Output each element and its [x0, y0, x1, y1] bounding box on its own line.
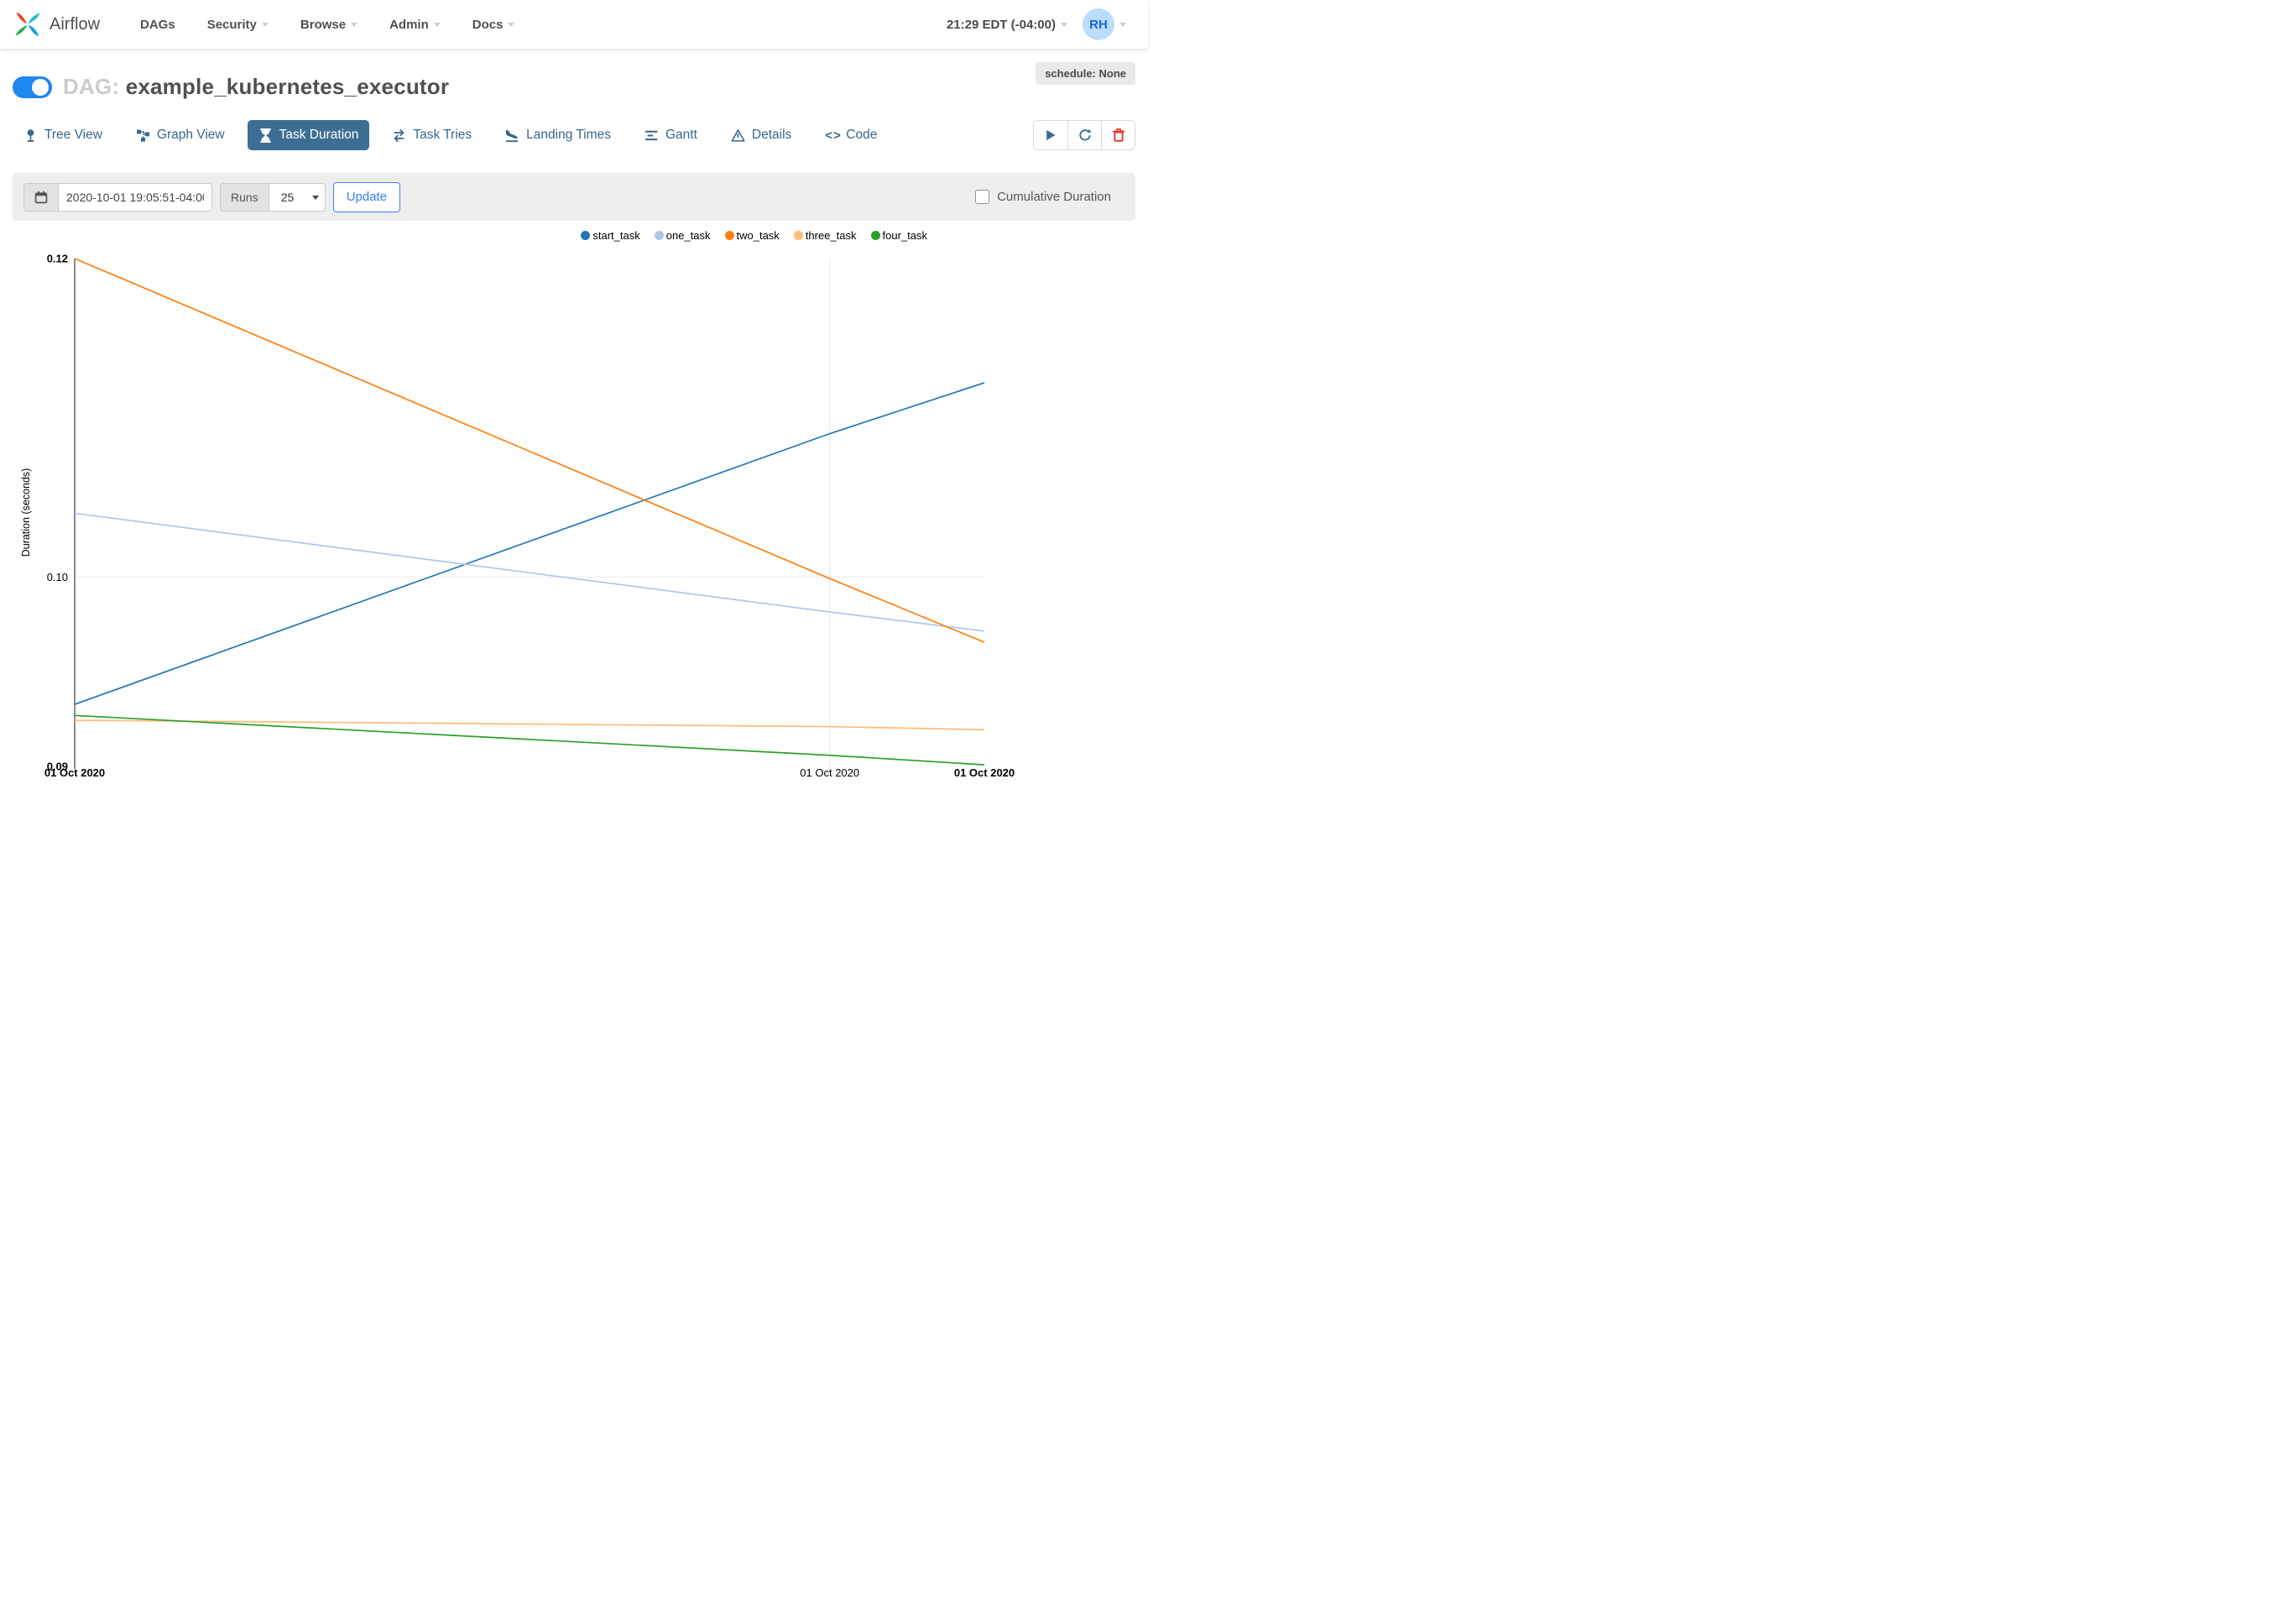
x-tick-label: 01 Oct 2020	[800, 766, 859, 779]
avatar: RH	[1083, 8, 1114, 40]
refresh-icon	[1078, 128, 1092, 142]
tab-label: Gantt	[665, 128, 697, 142]
view-tabs-row: Tree View Graph View Task Duration Task Tri…	[13, 120, 1135, 150]
nav-item-security[interactable]: Security	[207, 18, 269, 32]
y-tick-label: 0.12	[47, 253, 68, 265]
nav-item-label: Browse	[300, 17, 347, 32]
runs-select-wrap: 25	[268, 182, 326, 212]
clock-text: 21:29 EDT (-04:00)	[946, 17, 1056, 32]
chevron-down-icon	[351, 22, 358, 27]
tab-label: Graph View	[156, 128, 225, 142]
nav-item-label: Admin	[389, 17, 429, 32]
tab-task-tries[interactable]: Task Tries	[381, 120, 483, 150]
tab-label: Task Tries	[413, 128, 472, 142]
series-line-three_task[interactable]	[74, 719, 985, 731]
chevron-down-icon	[1061, 22, 1067, 27]
tab-tree-view[interactable]: Tree View	[13, 120, 113, 150]
page-title: DAG: example_kubernetes_executor	[63, 74, 449, 100]
tab-code[interactable]: <> Code	[814, 120, 888, 150]
brand-name: Airflow	[50, 14, 101, 34]
dag-title-prefix: DAG:	[63, 74, 120, 99]
trigger-dag-button[interactable]	[1034, 121, 1067, 149]
clock-dropdown[interactable]: 21:29 EDT (-04:00)	[947, 18, 1067, 32]
cumulative-checkbox[interactable]	[975, 190, 990, 204]
airflow-pinwheel-logo-icon	[13, 9, 43, 39]
gantt-icon	[644, 128, 659, 143]
nav-item-admin[interactable]: Admin	[389, 18, 441, 32]
series-line-two_task[interactable]	[74, 258, 985, 643]
plane-landing-icon	[505, 128, 519, 143]
top-navbar: Airflow DAGs Security Browse Admin Docs 21:2…	[0, 0, 1148, 49]
user-menu[interactable]: RH	[1083, 8, 1126, 40]
x-tick-label: 01 Oct 2020	[44, 766, 105, 779]
graph-icon	[136, 128, 150, 143]
chevron-down-icon	[433, 22, 441, 27]
tab-label: Task Duration	[279, 128, 359, 142]
tab-label: Tree View	[44, 128, 102, 142]
runs-group: Runs 25	[220, 182, 326, 212]
chevron-down-icon	[1119, 22, 1126, 27]
tab-label: Details	[751, 128, 792, 142]
base-date-input[interactable]	[58, 182, 212, 212]
warning-triangle-icon	[731, 128, 745, 143]
y-tick-label: 0.10	[47, 571, 68, 583]
dag-content: DAG: example_kubernetes_executor schedul…	[0, 49, 1148, 785]
calendar-icon[interactable]	[23, 182, 58, 212]
pin-icon	[23, 128, 38, 143]
runs-label: Runs	[220, 182, 269, 212]
dag-action-buttons	[1033, 120, 1135, 150]
tab-label: Landing Times	[526, 128, 611, 142]
dag-pause-toggle[interactable]	[13, 76, 52, 98]
hourglass-icon	[258, 128, 273, 143]
y-axis-title: Duration (seconds)	[20, 468, 32, 557]
code-icon: <>	[825, 128, 842, 143]
tab-details[interactable]: Details	[720, 120, 802, 150]
tab-landing-times[interactable]: Landing Times	[494, 120, 622, 150]
duration-chart-svg[interactable]: 0.120.100.0901 Oct 2020 01 Oct 2020 01 Oct…	[13, 221, 1161, 785]
nav-item-label: DAGs	[140, 17, 175, 32]
dag-id: example_kubernetes_executor	[125, 74, 450, 99]
series-line-four_task[interactable]	[74, 714, 985, 766]
update-button[interactable]: Update	[332, 181, 401, 212]
x-tick-label: 01 Oct 2020	[954, 766, 1015, 779]
series-line-start_task[interactable]	[74, 382, 985, 705]
view-tabs: Tree View Graph View Task Duration Task Tri…	[13, 120, 888, 150]
runs-select[interactable]: 25	[268, 182, 326, 212]
task-duration-chart: start_task one_task two_task three_task four…	[13, 221, 1135, 785]
tab-graph-view[interactable]: Graph View	[125, 120, 236, 150]
nav-item-browse[interactable]: Browse	[300, 17, 358, 32]
trash-icon	[1112, 128, 1125, 142]
airflow-dag-page: Airflow DAGs Security Browse Admin Docs 21:2…	[0, 0, 1148, 802]
filter-bar: Runs 25 Update Cumulative Duration	[13, 173, 1135, 221]
navbar-right: 21:29 EDT (-04:00) RH	[947, 8, 1126, 40]
cumulative-label: Cumulative Duration	[997, 190, 1111, 204]
nav-item-label: Docs	[472, 17, 504, 32]
series-line-one_task[interactable]	[74, 512, 985, 632]
tab-task-duration[interactable]: Task Duration	[247, 120, 370, 150]
play-icon	[1044, 128, 1057, 142]
main-nav: DAGs Security Browse Admin Docs	[140, 17, 515, 32]
nav-item-docs[interactable]: Docs	[472, 18, 515, 32]
airflow-home-link[interactable]: Airflow	[13, 9, 100, 39]
cumulative-duration-control[interactable]: Cumulative Duration	[975, 190, 1111, 204]
chevron-down-icon	[261, 22, 269, 27]
refresh-dag-button[interactable]	[1067, 121, 1101, 149]
tab-label: Code	[846, 128, 878, 142]
delete-dag-button[interactable]	[1101, 121, 1135, 149]
nav-item-dags[interactable]: DAGs	[140, 18, 175, 32]
dag-title-row: DAG: example_kubernetes_executor schedul…	[13, 49, 1135, 100]
retries-icon	[392, 128, 406, 143]
nav-item-label: Security	[206, 17, 257, 32]
base-date-group	[23, 182, 212, 212]
tab-gantt[interactable]: Gantt	[634, 120, 708, 150]
schedule-badge: schedule: None	[1036, 62, 1135, 85]
chevron-down-icon	[508, 22, 515, 27]
